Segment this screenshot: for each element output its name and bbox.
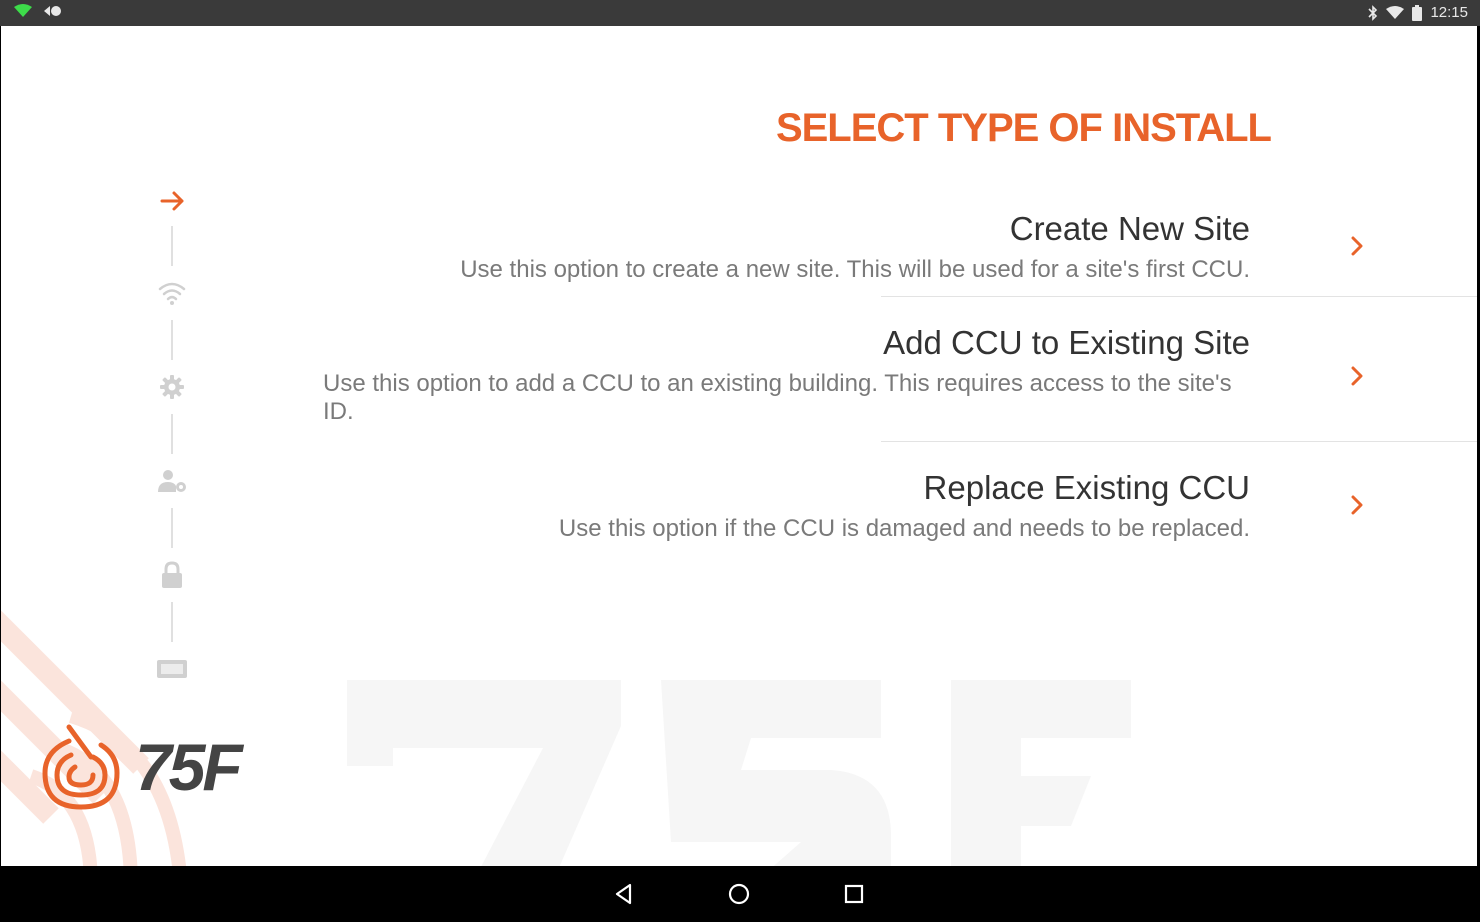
user-settings-icon <box>158 470 186 492</box>
home-icon[interactable] <box>725 880 753 908</box>
lock-icon <box>162 561 182 588</box>
bluetooth-icon <box>1368 4 1378 21</box>
system-nav-bar <box>0 866 1480 922</box>
option-divider <box>881 441 1477 442</box>
arrow-right-icon <box>160 191 184 211</box>
option-description: Use this option to create a new site. Th… <box>460 256 1250 283</box>
logo-mark-icon <box>42 724 120 810</box>
option-create-new-site[interactable]: Create New Site Use this option to creat… <box>301 206 1476 298</box>
wifi-icon <box>14 4 32 17</box>
status-left <box>14 4 64 18</box>
chevron-right-icon <box>1351 495 1363 515</box>
device-icon <box>157 660 187 678</box>
logo-text: 75F <box>135 730 243 804</box>
step-connector <box>171 602 173 642</box>
recents-icon[interactable] <box>840 880 868 908</box>
option-divider <box>881 296 1477 297</box>
status-right: 12:15 <box>1368 4 1468 21</box>
page-title: SELECT TYPE OF INSTALL <box>775 106 1272 150</box>
install-type-screen: SELECT TYPE OF INSTALL Create New Site U… <box>1 26 1477 866</box>
chevron-right-icon <box>1351 236 1363 256</box>
status-time: 12:15 <box>1430 4 1468 21</box>
option-description: Use this option if the CCU is damaged an… <box>558 515 1250 542</box>
wifi-icon <box>158 282 186 305</box>
data-icon <box>44 6 61 16</box>
watermark-75f <box>347 680 1131 866</box>
step-connector <box>171 508 173 548</box>
status-bar: 12:15 <box>0 0 1480 26</box>
battery-icon <box>1412 4 1423 21</box>
option-title: Create New Site <box>1009 210 1250 247</box>
option-add-ccu-existing-site[interactable]: Add CCU to Existing Site Use this option… <box>301 320 1476 438</box>
option-replace-existing-ccu[interactable]: Replace Existing CCU Use this option if … <box>301 465 1476 557</box>
step-connector <box>171 320 173 360</box>
brand-logo: 75F <box>41 721 243 813</box>
option-title: Add CCU to Existing Site <box>883 324 1250 361</box>
gear-icon <box>160 375 184 399</box>
step-connector <box>171 414 173 454</box>
step-connector <box>171 226 173 266</box>
chevron-right-icon <box>1351 366 1363 386</box>
option-description: Use this option to add a CCU to an exist… <box>323 370 1232 425</box>
option-title: Replace Existing CCU <box>923 469 1250 506</box>
background-stripes <box>1 610 187 866</box>
wifi-signal-icon <box>1386 5 1405 19</box>
back-icon[interactable] <box>610 880 638 908</box>
